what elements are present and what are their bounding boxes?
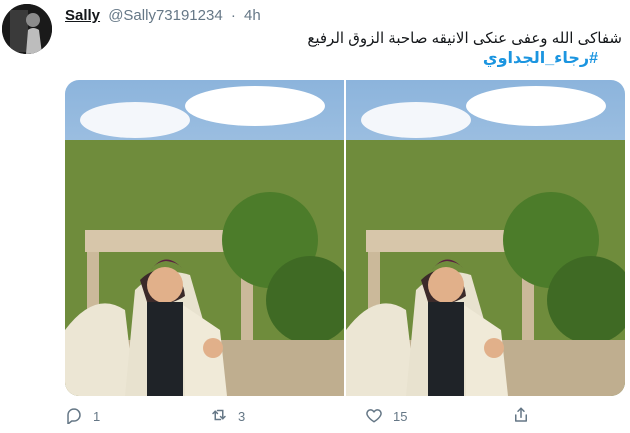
like-count: 15 [393, 408, 408, 424]
share-button[interactable] [512, 404, 530, 428]
reply-icon [65, 406, 83, 427]
reply-button[interactable]: 1 [65, 404, 100, 428]
hashtag-link[interactable]: #رجاء_الجداوي [483, 49, 598, 69]
tweet-actions: 1 3 15 [65, 404, 585, 428]
user-avatar[interactable] [2, 4, 52, 54]
tweet-card[interactable]: Sally @Sally73191234 · 4h شفاكى الله وعف… [0, 0, 630, 433]
tweet-header: Sally @Sally73191234 · 4h [65, 6, 261, 26]
display-name[interactable]: Sally [65, 7, 100, 24]
tweet-photo-1[interactable] [65, 80, 344, 396]
heart-icon [365, 406, 383, 427]
like-button[interactable]: 15 [365, 404, 407, 428]
tweet-media [65, 80, 625, 396]
retweet-count: 3 [238, 408, 246, 424]
reply-count: 1 [93, 408, 101, 424]
share-icon [512, 406, 530, 427]
user-handle[interactable]: @Sally73191234 [108, 7, 222, 24]
tweet-text: شفاكى الله وعفى عنكى الانيقه صاحبة الزوق… [307, 30, 622, 47]
tweet-time[interactable]: 4h [244, 7, 261, 24]
retweet-icon [210, 406, 228, 427]
tweet-photo-2[interactable] [346, 80, 625, 396]
retweet-button[interactable]: 3 [210, 404, 245, 428]
meta-separator: · [230, 7, 236, 24]
